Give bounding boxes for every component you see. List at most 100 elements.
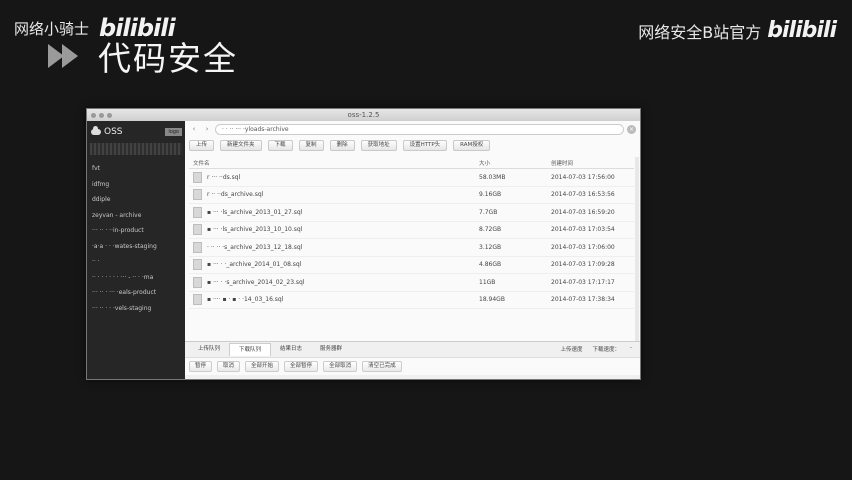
- bilibili-logo: bilibili: [767, 18, 837, 43]
- table-row[interactable]: ▪ ··· · ·_archive_2014_01_08.sql 4.86GB …: [189, 257, 634, 274]
- cloud-icon: [91, 126, 101, 135]
- file-time: 2014-07-03 17:09:28: [551, 261, 615, 269]
- table-row[interactable]: ▪ ··· ·ls_archive_2013_10_10.sql 8.72GB …: [189, 222, 634, 239]
- file-browser-pane: ‹ › · · ·· ··· ·yloads-archive × 上传 新建文件…: [185, 121, 640, 379]
- file-icon: [193, 294, 202, 306]
- column-time-header[interactable]: 创建时间: [551, 159, 634, 167]
- clear-completed-button[interactable]: 清空已完成: [362, 361, 402, 372]
- file-time: 2014-07-03 17:38:34: [551, 296, 615, 304]
- brand-badge: logo: [165, 128, 182, 136]
- sidebar-toolbar[interactable]: [90, 143, 182, 155]
- file-time: 2014-07-03 17:06:00: [551, 243, 615, 251]
- oss-browser-window: oss-1.2.5 OSS logo fvt idfmg ddiple zeyv…: [86, 108, 641, 380]
- transfer-tabs: 上传队列 下载队列 结果日志 服务器群 上传速度 下载速度： -: [185, 342, 640, 357]
- file-toolbar: 上传 新建文件夹 下载 复制 删除 获取地址 设置HTTP头 RAM授权: [185, 138, 640, 153]
- slide-header: 代码安全: [48, 32, 238, 80]
- transfer-actions: 暂停 取消 全部开始 全部暂停 全部取消 清空已完成: [185, 357, 640, 375]
- file-size: 7.7GB: [479, 208, 498, 216]
- file-icon: [193, 189, 202, 201]
- tab-result-log[interactable]: 结果日志: [271, 343, 311, 356]
- window-title: oss-1.2.5: [347, 111, 380, 119]
- tab-server-group[interactable]: 服务器群: [311, 343, 351, 356]
- table-row[interactable]: r ·· ··ds_archive.sql 9.16GB 2014-07-03 …: [189, 187, 634, 204]
- copy-button[interactable]: 复制: [298, 140, 324, 151]
- table-row[interactable]: ▪ ···· ▪ · ▪ · ·14_03_16.sql 18.94GB 201…: [189, 292, 634, 309]
- file-name: ▪ ··· ·ls_archive_2013_10_10.sql: [207, 226, 303, 234]
- window-titlebar: oss-1.2.5: [87, 109, 640, 121]
- get-url-button[interactable]: 获取地址: [360, 140, 397, 151]
- bucket-list: fvt idfmg ddiple zeyvan - archive ··· ··…: [87, 161, 185, 316]
- bucket-item[interactable]: fvt: [87, 161, 185, 177]
- transfer-panel: 上传队列 下载队列 结果日志 服务器群 上传速度 下载速度： - 暂停 取消 全…: [185, 341, 640, 379]
- bucket-item[interactable]: ·a·a · · ·wates-staging: [87, 239, 185, 255]
- column-size-header[interactable]: 大小: [479, 159, 551, 167]
- file-time: 2014-07-03 16:53:56: [551, 191, 615, 199]
- file-name: ▪ ···· ▪ · ▪ · ·14_03_16.sql: [207, 296, 284, 304]
- file-name: ▪ ··· · ·_archive_2014_01_08.sql: [207, 261, 302, 269]
- pause-button[interactable]: 暂停: [189, 361, 213, 372]
- bucket-item[interactable]: ddiple: [87, 192, 185, 208]
- bucket-item[interactable]: ·· · · · · · · ··· - ·· · ·ma: [87, 270, 185, 286]
- file-table: 文件名 大小 创建时间 r ··· ··ds.sql 58.03MB 2014-…: [189, 157, 634, 309]
- file-time: 2014-07-03 16:59:20: [551, 208, 615, 216]
- delete-button[interactable]: 删除: [329, 140, 355, 151]
- file-time: 2014-07-03 17:03:54: [551, 226, 615, 234]
- start-all-button[interactable]: 全部开始: [245, 361, 280, 372]
- bucket-sidebar: OSS logo fvt idfmg ddiple zeyvan - archi…: [87, 121, 185, 379]
- bucket-item[interactable]: idfmg: [87, 177, 185, 193]
- ram-auth-button[interactable]: RAM授权: [453, 140, 491, 151]
- table-scrollbar[interactable]: [635, 157, 639, 347]
- official-channel-name: 网络安全B站官方: [638, 22, 762, 42]
- file-icon: [193, 241, 202, 253]
- download-button[interactable]: 下载: [267, 140, 293, 151]
- address-row: ‹ › · · ·· ··· ·yloads-archive ×: [185, 121, 640, 137]
- table-row[interactable]: ▪ ··· · ·s_archive_2014_02_23.sql 11GB 2…: [189, 274, 634, 292]
- bucket-item[interactable]: zeyvan - archive: [87, 208, 185, 224]
- table-header: 文件名 大小 创建时间: [189, 157, 634, 169]
- file-size: 4.86GB: [479, 261, 502, 269]
- file-size: 3.12GB: [479, 243, 502, 251]
- new-folder-button[interactable]: 新建文件夹: [220, 140, 262, 151]
- back-button[interactable]: ‹: [189, 124, 199, 134]
- file-icon: [193, 276, 202, 288]
- file-time: 2014-07-03 17:17:17: [551, 278, 615, 286]
- tab-download-queue[interactable]: 下载队列: [229, 343, 272, 356]
- bucket-item[interactable]: ·· ·: [87, 254, 185, 270]
- file-name: r ··· ··ds.sql: [207, 173, 241, 181]
- file-name: r ·· ··ds_archive.sql: [207, 191, 264, 199]
- file-size: 9.16GB: [479, 191, 502, 199]
- table-row[interactable]: r ··· ··ds.sql 58.03MB 2014-07-03 17:56:…: [189, 169, 634, 187]
- file-size: 58.03MB: [479, 173, 506, 181]
- download-speed-label: 下载速度：: [592, 347, 620, 353]
- clear-icon[interactable]: ×: [627, 124, 636, 134]
- path-input[interactable]: · · ·· ··· ·yloads-archive: [215, 123, 624, 135]
- set-http-header-button[interactable]: 设置HTTP头: [402, 140, 448, 151]
- file-size: 8.72GB: [479, 226, 502, 234]
- file-icon: [193, 224, 202, 236]
- file-size: 18.94GB: [479, 296, 505, 304]
- file-size: 11GB: [479, 278, 496, 286]
- table-row[interactable]: ▪ ··· ·ls_archive_2013_01_27.sql 7.7GB 2…: [189, 204, 634, 222]
- download-speed-value: -: [630, 345, 632, 351]
- cancel-all-button[interactable]: 全部取消: [323, 361, 358, 372]
- channel-watermark-right: 网络安全B站官方 bilibili: [638, 18, 837, 43]
- bucket-item[interactable]: ··· ·· · ··in-product: [87, 223, 185, 239]
- forward-button[interactable]: ›: [202, 124, 212, 134]
- column-name-header[interactable]: 文件名: [189, 159, 479, 167]
- double-arrow-icon: [48, 41, 84, 71]
- file-time: 2014-07-03 17:56:00: [551, 173, 615, 181]
- cancel-button[interactable]: 取消: [217, 361, 241, 372]
- bucket-item[interactable]: ··· ·· · ··· ·eals-product: [87, 285, 185, 301]
- file-icon: [193, 171, 202, 183]
- upload-speed-label: 上传速度: [560, 347, 583, 353]
- tab-upload-queue[interactable]: 上传队列: [189, 343, 229, 356]
- file-name: ▪ ··· ·ls_archive_2013_01_27.sql: [207, 208, 303, 216]
- upload-button[interactable]: 上传: [189, 140, 215, 151]
- slide-title: 代码安全: [98, 39, 238, 78]
- pause-all-button[interactable]: 全部暂停: [284, 361, 319, 372]
- file-icon: [193, 206, 202, 218]
- file-icon: [193, 259, 202, 271]
- table-row[interactable]: · ·· ·· ·s_archive_2013_12_18.sql 3.12GB…: [189, 239, 634, 257]
- bucket-item[interactable]: ··· ·· · · ·vels-staging: [87, 301, 185, 317]
- transfer-speed: 上传速度 下载速度： -: [560, 345, 632, 353]
